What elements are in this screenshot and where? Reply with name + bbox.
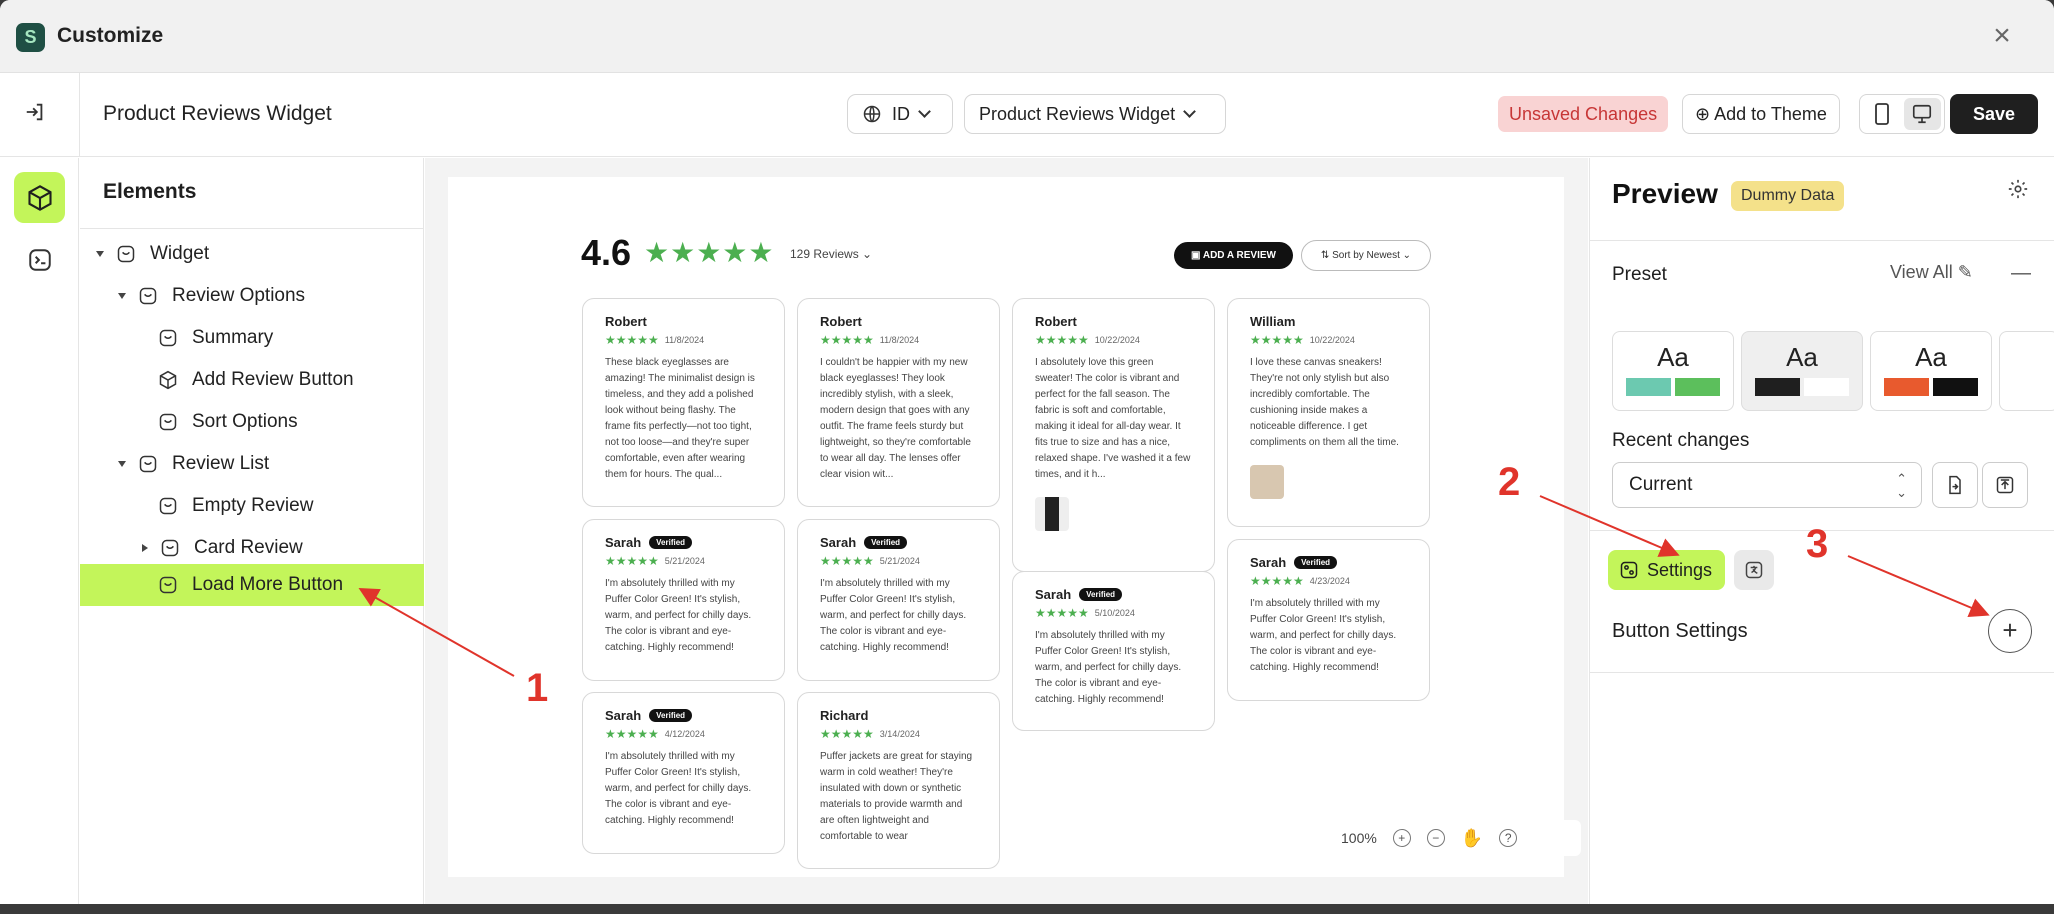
annotation-2: 2 (1498, 460, 1521, 504)
customize-window: S Customize × Product Reviews Widget ID … (0, 0, 2054, 904)
annotation-1: 1 (526, 666, 549, 710)
annotation-3: 3 (1806, 522, 1829, 566)
annotation-arrows (358, 495, 1990, 677)
